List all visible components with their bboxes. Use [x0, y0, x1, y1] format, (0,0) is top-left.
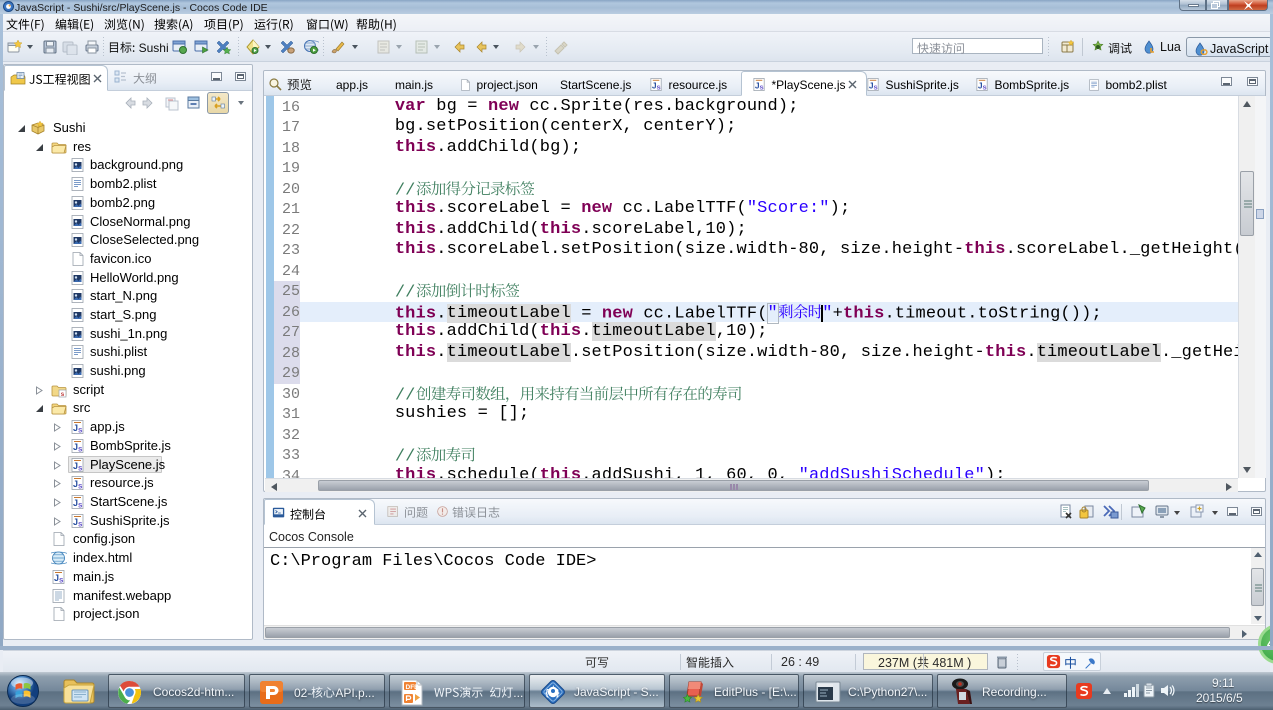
- svg-text:DFB: DFB: [406, 684, 420, 691]
- svg-text:s: s: [59, 576, 64, 585]
- svg-text:s: s: [78, 445, 83, 454]
- svg-text:s: s: [78, 482, 83, 491]
- svg-text:s: s: [78, 426, 83, 435]
- svg-text:s: s: [78, 520, 83, 529]
- svg-text:s: s: [61, 391, 65, 398]
- svg-text:s: s: [657, 83, 661, 92]
- svg-text:s: s: [874, 83, 878, 92]
- svg-text:s: s: [78, 464, 83, 473]
- svg-text:s: s: [983, 83, 987, 92]
- svg-text:s: s: [78, 501, 83, 510]
- svg-text:{: {: [545, 688, 549, 698]
- svg-text:s: s: [760, 83, 764, 92]
- svg-text:}: }: [556, 688, 560, 698]
